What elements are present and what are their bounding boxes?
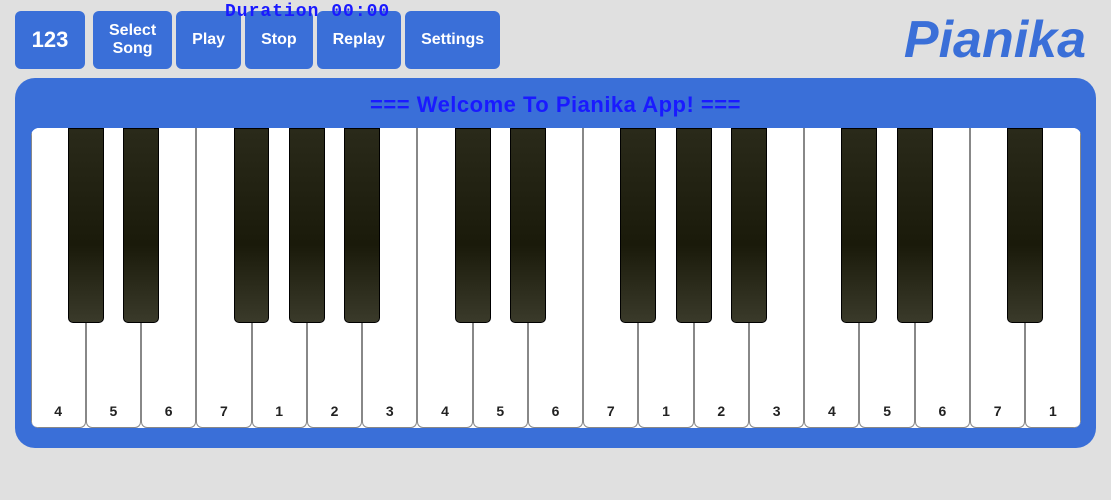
black-key[interactable] <box>897 128 933 323</box>
settings-button[interactable]: Settings <box>405 11 500 69</box>
app-title: Pianika <box>904 10 1086 70</box>
black-key[interactable] <box>676 128 712 323</box>
black-key[interactable] <box>68 128 104 323</box>
black-key[interactable] <box>620 128 656 323</box>
piano-container: === Welcome To Pianika App! === 45671234… <box>15 78 1096 448</box>
select-song-button[interactable]: SelectSong <box>93 11 172 69</box>
black-key[interactable] <box>841 128 877 323</box>
duration-label: Duration 00:00 <box>225 2 390 22</box>
black-key[interactable] <box>123 128 159 323</box>
black-key[interactable] <box>344 128 380 323</box>
welcome-text: === Welcome To Pianika App! === <box>370 92 741 118</box>
piano-keyboard: 4567123456712345671 <box>31 128 1081 428</box>
black-key[interactable] <box>234 128 270 323</box>
black-key[interactable] <box>510 128 546 323</box>
btn-123[interactable]: 123 <box>15 11 85 69</box>
black-key[interactable] <box>455 128 491 323</box>
black-key[interactable] <box>1007 128 1043 323</box>
top-bar: Duration 00:00 123 SelectSong Play Stop … <box>15 10 1096 70</box>
black-key[interactable] <box>731 128 767 323</box>
black-key[interactable] <box>289 128 325 323</box>
